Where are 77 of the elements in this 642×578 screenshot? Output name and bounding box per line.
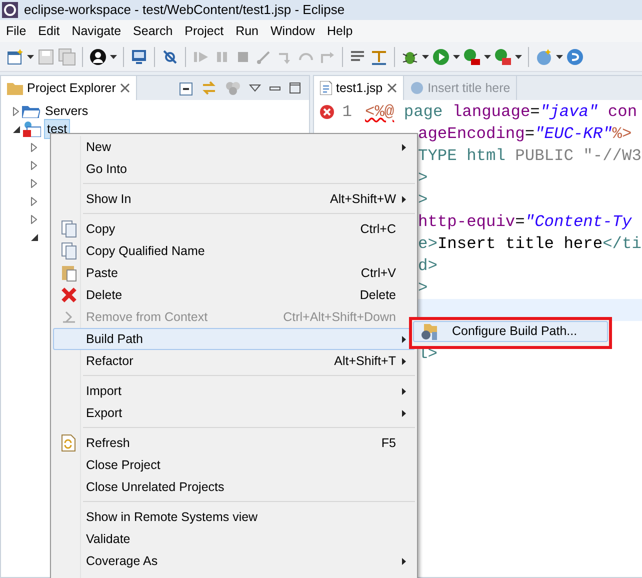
menu-item[interactable]: File xyxy=(0,22,32,40)
menu-item[interactable]: Delete Delete xyxy=(53,284,415,306)
menu-item[interactable]: Run xyxy=(230,22,264,40)
view-menu-icon[interactable] xyxy=(249,84,261,92)
maximize-icon[interactable] xyxy=(289,82,301,94)
menu-item[interactable]: Help xyxy=(320,22,359,40)
line-number: 1 xyxy=(342,102,352,123)
cross-icon xyxy=(60,286,78,304)
code-line: e>Insert title here</ti xyxy=(418,234,642,255)
menu-item[interactable]: Edit xyxy=(32,22,66,40)
code-line: > xyxy=(418,278,428,299)
menu-item[interactable]: Copy Qualified Name xyxy=(53,240,415,262)
file-icon xyxy=(320,81,332,95)
tree-item[interactable]: Servers xyxy=(43,102,90,120)
clipboard-icon xyxy=(60,264,78,282)
collapsed-twisty-icon[interactable] xyxy=(31,214,37,224)
code-line: > xyxy=(418,190,428,211)
tab-title: test1.jsp xyxy=(336,80,383,97)
collapse-all-icon[interactable] xyxy=(177,80,193,96)
menu-item[interactable]: Refresh F5 xyxy=(53,432,415,454)
view-tab[interactable]: Project Explorer xyxy=(1,76,137,100)
code-line: <%@ page language="java" con xyxy=(365,102,638,123)
menu-item[interactable]: Validate xyxy=(53,528,415,550)
menu-item[interactable]: Copy Ctrl+C xyxy=(53,218,415,240)
caret-icon[interactable] xyxy=(556,54,563,58)
menu-item[interactable]: Build Path xyxy=(53,328,415,350)
caret-icon[interactable] xyxy=(515,54,522,58)
collapsed-twisty-icon[interactable] xyxy=(31,196,37,206)
menu-item[interactable]: Window xyxy=(264,22,321,40)
collapsed-twisty-icon[interactable] xyxy=(31,160,37,170)
view-title: Project Explorer xyxy=(27,80,116,97)
menu-item[interactable]: Navigate xyxy=(66,22,128,40)
close-icon[interactable] xyxy=(386,83,397,93)
copy-icon xyxy=(60,242,78,260)
editor-tab[interactable]: test1.jsp xyxy=(314,76,404,100)
expanded-twisty-icon[interactable] xyxy=(13,126,20,132)
person-icon[interactable] xyxy=(89,48,107,66)
caret-icon[interactable] xyxy=(453,54,460,58)
crossed-link-icon[interactable] xyxy=(161,48,179,66)
menu-item[interactable]: Close Project xyxy=(53,454,415,476)
new-window-icon[interactable] xyxy=(6,48,24,66)
refresh-icon xyxy=(60,434,78,452)
caret-icon[interactable] xyxy=(422,54,429,58)
folder-icon xyxy=(7,81,23,95)
collapsed-twisty-icon[interactable] xyxy=(13,106,19,116)
menu-item[interactable]: Import xyxy=(53,380,415,402)
project-icon xyxy=(23,121,41,137)
expanded-twisty-icon[interactable] xyxy=(31,234,38,240)
menu-item[interactable]: Show in Remote Systems view xyxy=(53,506,415,528)
menu-item[interactable]: Project xyxy=(178,22,230,40)
monitor-icon[interactable] xyxy=(130,48,148,66)
menu-item[interactable]: Close Unrelated Projects xyxy=(53,476,415,498)
code-line: d> xyxy=(418,256,438,277)
menu-item[interactable]: Search xyxy=(127,22,179,40)
run-icon[interactable] xyxy=(432,48,450,66)
menu-item[interactable]: Go Into xyxy=(53,158,415,180)
menu-item[interactable]: Show In Alt+Shift+W xyxy=(53,188,415,210)
caret-icon[interactable] xyxy=(27,54,34,58)
collapsed-twisty-icon[interactable] xyxy=(31,142,37,152)
code-line: TYPE html PUBLIC "-//W3 xyxy=(418,146,642,167)
menu-item[interactable]: Coverage As xyxy=(53,550,415,572)
collapsed-twisty-icon[interactable] xyxy=(31,178,37,188)
copy-icon xyxy=(60,220,78,238)
code-line: ageEncoding="EUC-KR"%> xyxy=(418,124,632,145)
close-icon[interactable] xyxy=(120,83,130,93)
menu-item[interactable]: Configure Build Path... xyxy=(413,321,608,342)
caret-icon[interactable] xyxy=(110,54,117,58)
code-line: http-equiv="Content-Ty xyxy=(418,212,632,233)
menu-item[interactable]: Export xyxy=(53,402,415,424)
caret-icon[interactable] xyxy=(484,54,491,58)
globe-icon xyxy=(410,81,424,95)
code-line: > xyxy=(418,168,428,189)
menu-item[interactable]: Paste Ctrl+V xyxy=(53,262,415,284)
folder-icon xyxy=(22,104,40,118)
tab-title: Insert title here xyxy=(428,80,510,97)
window-title: eclipse-workspace - test/WebContent/test1.jsp - Eclipse xyxy=(24,1,345,20)
menu-item[interactable]: Refactor Alt+Shift+T xyxy=(53,350,415,372)
